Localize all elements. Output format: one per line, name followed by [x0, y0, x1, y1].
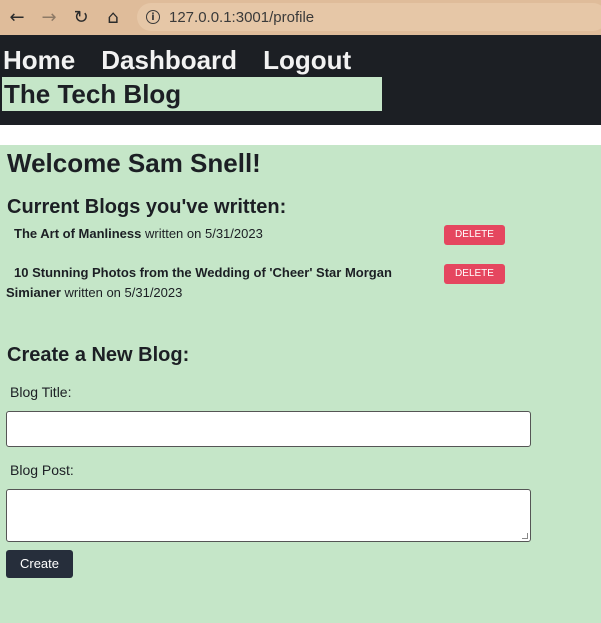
blog-meta: written on 5/31/2023: [64, 285, 183, 300]
site-header: Home Dashboard Logout The Tech Blog: [0, 35, 601, 125]
url-text: 127.0.0.1:3001/profile: [169, 8, 315, 26]
delete-blog-button[interactable]: DELETE: [444, 225, 505, 245]
welcome-heading: Welcome Sam Snell!: [7, 148, 261, 178]
forward-arrow-icon[interactable]: →: [38, 6, 60, 28]
blog-post-textarea[interactable]: [6, 489, 531, 542]
blog-title-input[interactable]: [6, 411, 531, 447]
site-title: The Tech Blog: [2, 77, 382, 111]
blog-title-link-continued[interactable]: Simianer: [6, 285, 61, 300]
nav-link-home[interactable]: Home: [3, 45, 75, 75]
create-blog-button[interactable]: Create: [6, 550, 73, 578]
blog-list-item: 10 Stunning Photos from the Wedding of '…: [6, 263, 416, 303]
nav-link-dashboard[interactable]: Dashboard: [101, 45, 237, 75]
blog-title-link[interactable]: The Art of Manliness: [14, 226, 141, 241]
blog-list-item: The Art of Manliness written on 5/31/202…: [6, 224, 426, 244]
header-divider: [0, 125, 601, 145]
browser-toolbar: ← → ↻ ⌂ i 127.0.0.1:3001/profile: [0, 0, 601, 35]
blog-meta: written on 5/31/2023: [145, 226, 263, 241]
home-icon[interactable]: ⌂: [102, 6, 124, 28]
address-bar[interactable]: i 127.0.0.1:3001/profile: [137, 3, 601, 31]
site-nav: Home Dashboard Logout: [3, 45, 377, 75]
back-arrow-icon[interactable]: ←: [6, 6, 28, 28]
resize-handle-icon[interactable]: [522, 533, 528, 539]
nav-link-logout[interactable]: Logout: [263, 45, 351, 75]
site-info-icon[interactable]: i: [146, 10, 160, 24]
profile-content: Welcome Sam Snell! Current Blogs you've …: [0, 145, 601, 623]
create-blog-heading: Create a New Blog:: [7, 344, 190, 366]
blog-title-link[interactable]: 10 Stunning Photos from the Wedding of '…: [6, 265, 392, 280]
current-blogs-heading: Current Blogs you've written:: [7, 196, 287, 218]
blog-post-label: Blog Post:: [10, 462, 74, 478]
reload-icon[interactable]: ↻: [70, 6, 92, 28]
blog-title-label: Blog Title:: [10, 384, 72, 400]
delete-blog-button[interactable]: DELETE: [444, 264, 505, 284]
